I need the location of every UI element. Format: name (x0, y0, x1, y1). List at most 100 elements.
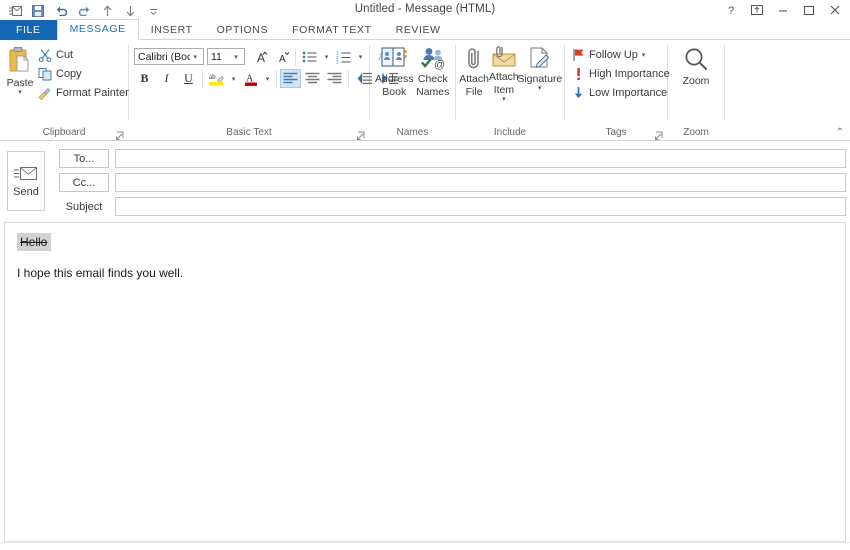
text-highlight-button[interactable]: ab (206, 69, 227, 88)
ribbon-group-clipboard: Paste ▾ Cut Copy Format Painter Clipboar… (0, 40, 129, 141)
bullets-button[interactable] (299, 47, 320, 66)
low-importance-button[interactable]: Low Importance (569, 84, 673, 101)
attach-file-label-2: File (465, 86, 483, 98)
font-color-button[interactable]: A (240, 69, 261, 88)
underline-icon: U (184, 71, 193, 85)
tags-group-label: Tags (605, 127, 627, 138)
svg-text:?: ? (728, 5, 734, 16)
tags-commands: Follow Up ▾ High Importance Low Importan… (569, 44, 673, 101)
bold-button[interactable]: B (134, 69, 155, 88)
signature-icon (530, 47, 550, 69)
address-book-label-1: Address (375, 73, 414, 85)
tab-file[interactable]: FILE (0, 20, 57, 40)
signature-caret-icon[interactable]: ▾ (538, 85, 542, 92)
subject-row: Subject (59, 197, 850, 216)
zoom-label: Zoom (682, 75, 710, 87)
attach-item-label-2: Item (493, 84, 515, 96)
ribbon-group-tags: Follow Up ▾ High Importance Low Importan… (565, 40, 670, 141)
attach-item-caret-icon[interactable]: ▾ (502, 96, 506, 103)
underline-button[interactable]: U (178, 69, 199, 88)
ribbon-group-zoom: Zoom Zoom (668, 40, 724, 141)
numbering-button[interactable]: 123 (333, 47, 354, 66)
to-row: To... (59, 149, 850, 168)
chevron-down-icon[interactable]: ▾ (190, 53, 201, 61)
align-left-button[interactable] (280, 69, 301, 88)
tab-insert[interactable]: INSERT (139, 20, 205, 40)
font-size-combo[interactable]: 11 ▾ (207, 48, 245, 65)
subject-label: Subject (65, 200, 103, 213)
font-size-value: 11 (211, 50, 222, 63)
attach-item-label-1: Attach (489, 71, 519, 83)
font-name-combo[interactable]: Calibri (Boc ▾ (134, 48, 204, 65)
grow-font-button[interactable]: A (249, 47, 270, 66)
bullets-caret-icon[interactable]: ▾ (321, 47, 332, 66)
signature-button[interactable]: Signature ▾ (517, 44, 562, 92)
check-names-icon: @ (420, 48, 445, 71)
format-painter-button[interactable]: Format Painter (35, 84, 132, 101)
minimize-icon[interactable] (770, 1, 796, 19)
selected-text[interactable]: Hello (17, 233, 52, 251)
align-center-button[interactable] (302, 69, 323, 88)
numbering-caret-icon[interactable]: ▾ (355, 47, 366, 66)
italic-icon: I (164, 71, 169, 85)
ribbon: Paste ▾ Cut Copy Format Painter Clipboar… (0, 40, 850, 141)
maximize-icon[interactable] (796, 1, 822, 19)
message-body-editor[interactable]: Hello I hope this email finds you well. (4, 222, 846, 542)
highlight-caret-icon[interactable]: ▾ (228, 69, 239, 88)
zoom-button[interactable]: Zoom (674, 44, 718, 87)
svg-text:@: @ (434, 59, 445, 71)
cc-button[interactable]: Cc... (59, 173, 109, 192)
clipboard-group-label: Clipboard (42, 127, 86, 138)
italic-button[interactable]: I (156, 69, 177, 88)
tags-dialog-launcher[interactable] (655, 131, 664, 140)
check-names-label-2: Names (416, 86, 450, 98)
chevron-down-icon[interactable]: ▾ (230, 53, 242, 61)
svg-text:A: A (279, 54, 286, 65)
group-divider (724, 45, 725, 120)
high-importance-button[interactable]: High Importance (569, 65, 673, 82)
paste-button[interactable]: Paste ▾ (5, 44, 35, 96)
ribbon-group-names: Address Book @ Check Names Names (370, 40, 455, 141)
scissors-icon (38, 48, 52, 62)
to-input[interactable] (115, 149, 846, 168)
send-button[interactable]: Send (7, 151, 45, 211)
attach-item-button[interactable]: Attach Item ▾ (489, 44, 519, 103)
tab-format-text[interactable]: FORMAT TEXT (280, 20, 384, 40)
address-book-button[interactable]: Address Book (375, 44, 414, 98)
paste-caret-icon[interactable]: ▾ (18, 89, 22, 96)
send-label: Send (13, 185, 39, 198)
subject-input[interactable] (115, 197, 846, 216)
cc-input[interactable] (115, 173, 846, 192)
tab-review[interactable]: REVIEW (384, 20, 453, 40)
tab-options[interactable]: OPTIONS (205, 20, 280, 40)
basic-text-dialog-launcher[interactable] (357, 131, 366, 140)
to-button[interactable]: To... (59, 149, 109, 168)
tab-message[interactable]: MESSAGE (56, 19, 139, 40)
cut-button[interactable]: Cut (35, 46, 132, 63)
follow-up-button[interactable]: Follow Up ▾ (569, 46, 673, 63)
close-icon[interactable] (822, 1, 848, 19)
align-right-button[interactable] (324, 69, 345, 88)
body-paragraph[interactable]: I hope this email finds you well. (17, 265, 833, 281)
format-painter-label: Format Painter (56, 86, 129, 99)
body-greeting-line[interactable]: Hello (17, 233, 833, 251)
font-color-caret-icon[interactable]: ▾ (262, 69, 273, 88)
align-center-icon (305, 72, 320, 84)
clipboard-dialog-launcher[interactable] (116, 131, 125, 140)
collapse-ribbon-button[interactable]: ⌃ (836, 127, 844, 138)
copy-label: Copy (56, 67, 82, 80)
ribbon-display-options-icon[interactable] (744, 1, 770, 19)
check-names-button[interactable]: @ Check Names (416, 44, 450, 98)
attach-file-button[interactable]: Attach File (459, 44, 489, 98)
attach-item-icon (492, 46, 516, 67)
help-icon[interactable]: ? (718, 1, 744, 19)
copy-button[interactable]: Copy (35, 65, 132, 82)
magnifier-icon (685, 48, 708, 71)
shrink-font-button[interactable]: A (271, 47, 292, 66)
send-envelope-icon (14, 166, 37, 180)
paste-label: Paste (6, 77, 34, 89)
basic-text-group-label: Basic Text (226, 127, 272, 138)
bullet-list-icon (302, 51, 316, 62)
shrink-font-icon: A (279, 51, 289, 65)
follow-up-caret-icon[interactable]: ▾ (642, 51, 646, 59)
